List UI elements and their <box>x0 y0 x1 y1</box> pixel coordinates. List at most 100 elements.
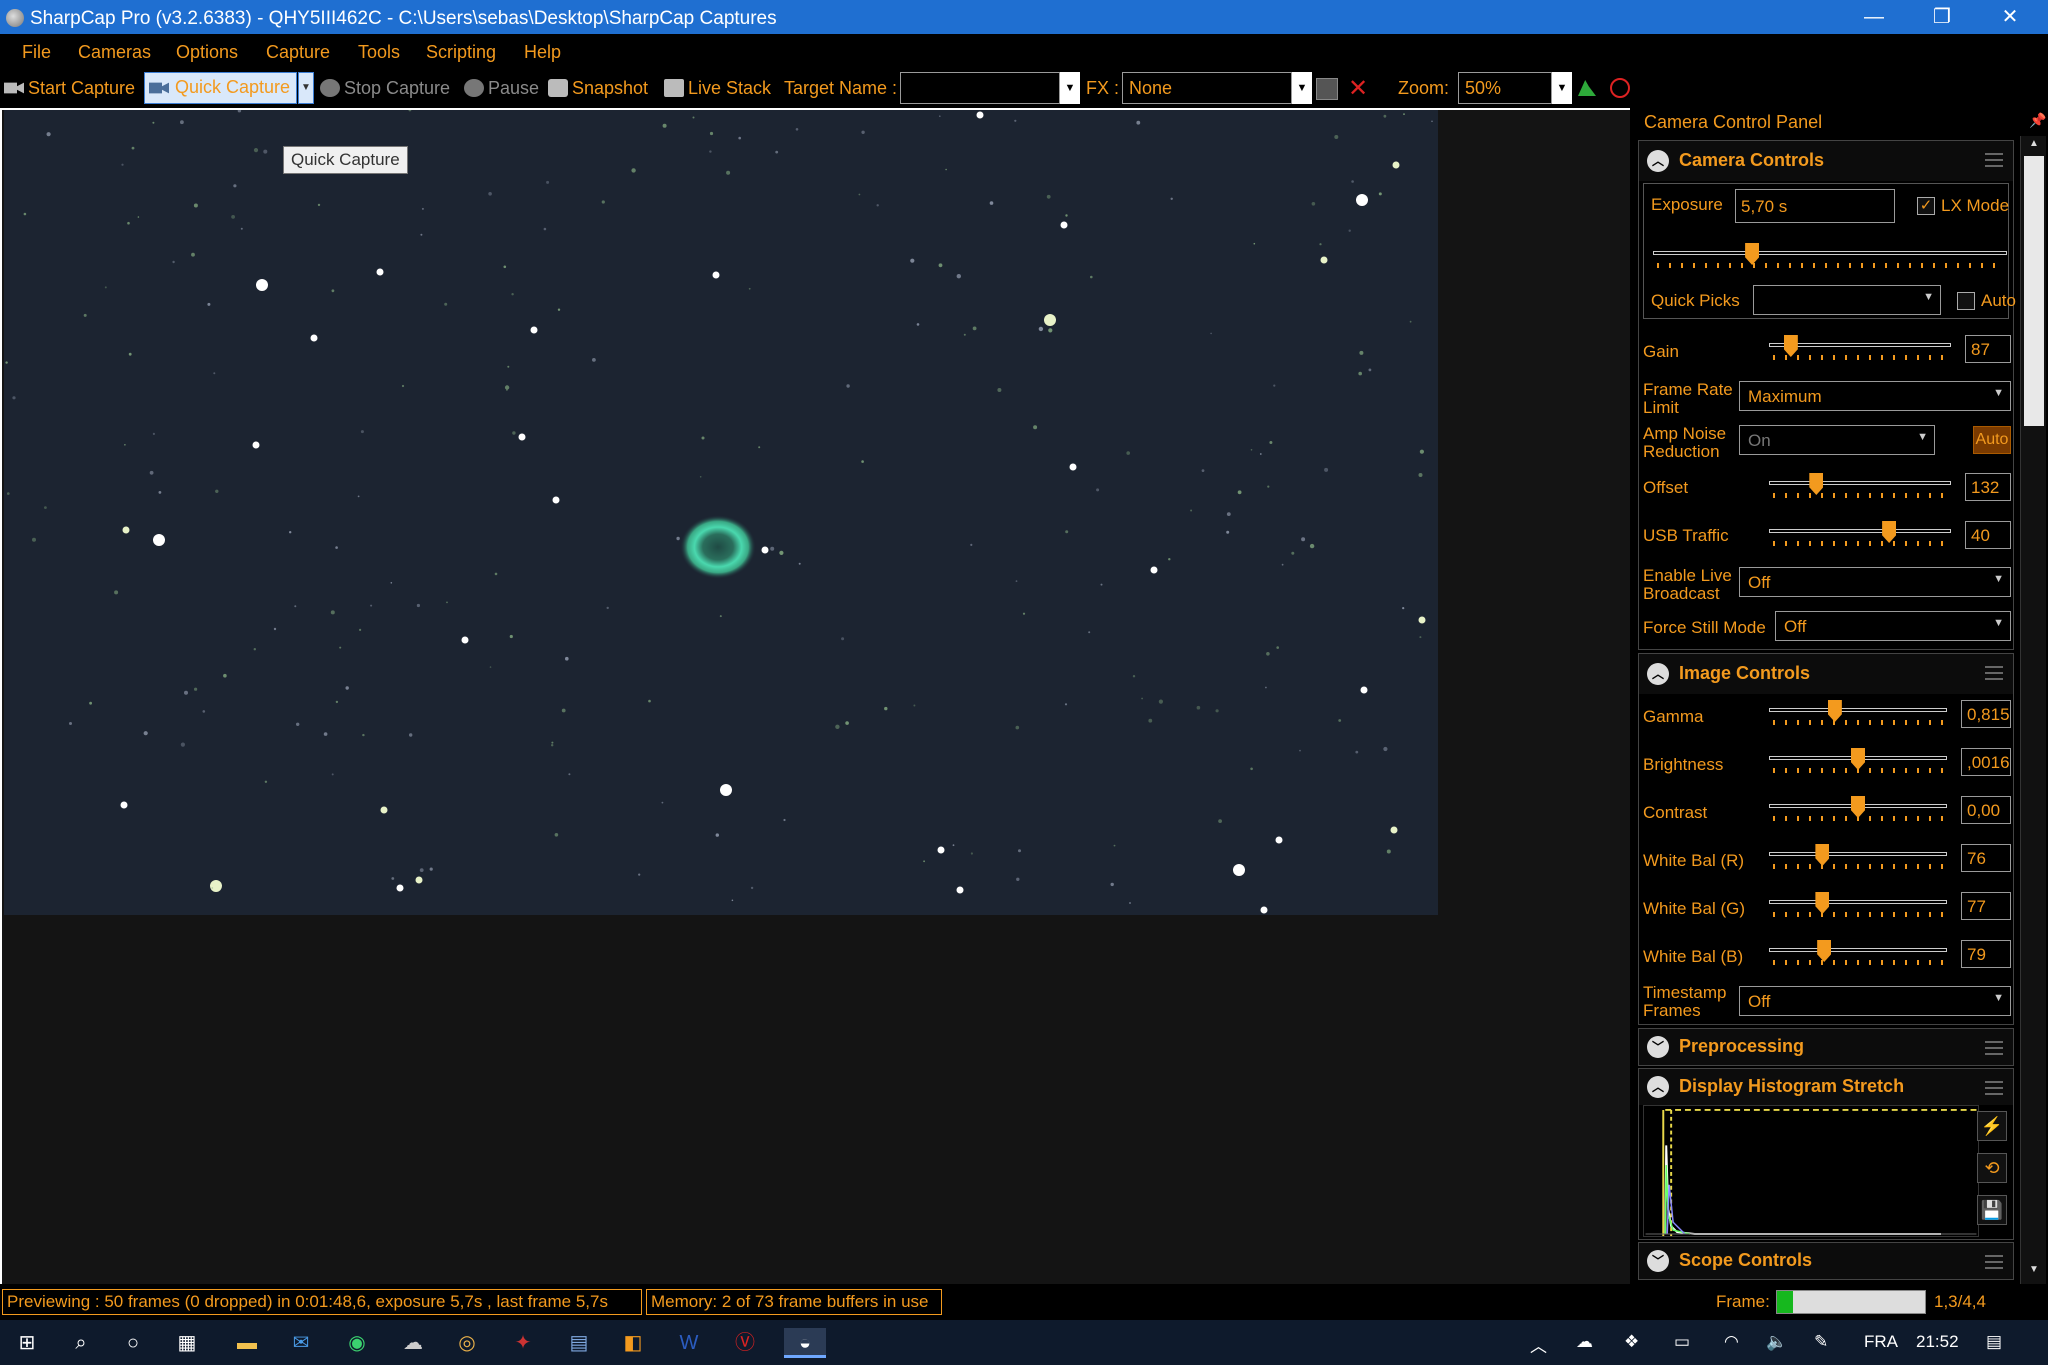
exposure-input[interactable]: 5,70 s <box>1735 189 1895 223</box>
gain-slider[interactable] <box>1769 335 1951 361</box>
collapse-chevron-icon[interactable]: ︿ <box>1647 663 1669 685</box>
usb-traffic-slider[interactable] <box>1769 521 1951 547</box>
section-menu-icon[interactable] <box>1985 1041 2003 1055</box>
section-menu-icon[interactable] <box>1985 153 2003 167</box>
collapse-chevron-icon[interactable]: ︿ <box>1647 1076 1669 1098</box>
quick-capture-dropdown[interactable]: ▼ <box>298 72 314 104</box>
scope-controls-header[interactable]: ﹀ Scope Controls <box>1639 1243 2013 1279</box>
word-icon[interactable]: W <box>674 1328 704 1358</box>
section-menu-icon[interactable] <box>1985 1255 2003 1269</box>
dropbox-icon[interactable]: ❖ <box>1624 1332 1639 1352</box>
image-control-value-input[interactable]: 79 <box>1961 940 2011 968</box>
close-button[interactable]: ✕ <box>1976 0 2044 34</box>
notifications-icon[interactable]: ▤ <box>1986 1332 2002 1352</box>
menu-help[interactable]: Help <box>524 42 561 63</box>
image-control-value-input[interactable]: 0,815 <box>1961 700 2011 728</box>
image-control-slider-thumb[interactable] <box>1851 796 1865 818</box>
scroll-thumb[interactable] <box>2024 156 2044 426</box>
snapshot-button[interactable]: Snapshot <box>548 78 648 99</box>
frame-rate-select[interactable]: Maximum ▼ <box>1739 381 2011 411</box>
minimize-button[interactable]: — <box>1840 0 1908 34</box>
histogram-graph[interactable] <box>1643 1105 1979 1237</box>
collapse-chevron-icon[interactable]: ︿ <box>1647 150 1669 172</box>
sharpcap-taskbar-icon[interactable]: ◒ <box>784 1328 826 1358</box>
image-control-slider[interactable] <box>1769 844 1947 870</box>
live-stack-button[interactable]: Live Stack <box>664 78 771 99</box>
image-control-slider[interactable] <box>1769 748 1947 774</box>
histogram-header[interactable]: ︿ Display Histogram Stretch <box>1639 1069 2013 1105</box>
fx-dropdown-arrow[interactable]: ▼ <box>1292 72 1312 104</box>
panel-scrollbar[interactable]: ▲ ▼ <box>2020 136 2046 1284</box>
menu-file[interactable]: File <box>22 42 51 63</box>
usb-traffic-slider-thumb[interactable] <box>1882 521 1897 543</box>
quick-picks-auto-checkbox[interactable] <box>1957 292 1975 310</box>
quick-capture-button[interactable]: Quick Capture <box>144 72 297 104</box>
preprocessing-header[interactable]: ﹀ Preprocessing <box>1639 1029 2013 1065</box>
exposure-slider-thumb[interactable] <box>1745 243 1760 265</box>
app-icon[interactable]: ✦ <box>508 1328 538 1358</box>
scroll-up-icon[interactable]: ▲ <box>2024 138 2044 156</box>
amp-noise-auto-button[interactable]: Auto <box>1973 426 2011 454</box>
offset-slider-thumb[interactable] <box>1809 473 1824 495</box>
reticle-icon[interactable] <box>1610 78 1630 98</box>
timestamp-select[interactable]: Off ▼ <box>1739 986 2011 1016</box>
gain-input[interactable]: 87 <box>1965 335 2011 363</box>
orange-app-icon[interactable]: ◧ <box>618 1328 648 1358</box>
camera-controls-header[interactable]: ︿ Camera Controls <box>1639 141 2013 181</box>
menu-options[interactable]: Options <box>176 42 238 63</box>
volume-icon[interactable]: 🔈 <box>1766 1332 1787 1352</box>
file-explorer-icon[interactable]: ▬ <box>232 1328 262 1358</box>
pause-button[interactable]: Pause <box>464 78 539 99</box>
expand-chevron-icon[interactable]: ﹀ <box>1647 1036 1669 1058</box>
wifi-icon[interactable]: ◠ <box>1724 1332 1739 1352</box>
image-control-slider-thumb[interactable] <box>1817 940 1832 962</box>
image-control-value-input[interactable]: 0,00 <box>1961 796 2011 824</box>
image-controls-header[interactable]: ︿ Image Controls <box>1639 654 2013 694</box>
zoom-select[interactable]: 50% <box>1458 72 1552 104</box>
menu-scripting[interactable]: Scripting <box>426 42 496 63</box>
vivaldi-icon[interactable]: Ⓥ <box>730 1328 760 1358</box>
mail-icon[interactable]: ✉ <box>286 1328 316 1358</box>
task-view-icon[interactable]: ▦ <box>172 1328 202 1358</box>
exposure-slider[interactable] <box>1653 243 2007 269</box>
offset-slider[interactable] <box>1769 473 1951 499</box>
maximize-button[interactable]: ❐ <box>1908 0 1976 34</box>
search-icon[interactable]: ⌕ <box>66 1328 96 1358</box>
force-still-select[interactable]: Off ▼ <box>1775 611 2011 641</box>
weather-app-icon[interactable]: ☁ <box>398 1328 428 1358</box>
image-control-slider-thumb[interactable] <box>1851 748 1865 770</box>
image-control-slider[interactable] <box>1769 940 1947 966</box>
image-control-value-input[interactable]: 77 <box>1961 892 2011 920</box>
amp-noise-select[interactable]: On ▼ <box>1739 425 1935 455</box>
fx-select[interactable]: None <box>1122 72 1292 104</box>
target-name-input[interactable] <box>900 72 1060 104</box>
whatsapp-icon[interactable]: ◉ <box>342 1328 372 1358</box>
section-menu-icon[interactable] <box>1985 666 2003 680</box>
clock[interactable]: 21:52 <box>1916 1332 1959 1352</box>
scroll-down-icon[interactable]: ▼ <box>2024 1264 2044 1282</box>
gain-slider-thumb[interactable] <box>1783 335 1798 357</box>
menu-capture[interactable]: Capture <box>266 42 330 63</box>
language-indicator[interactable]: FRA <box>1864 1332 1898 1352</box>
reset-stretch-icon[interactable]: ⟲ <box>1977 1153 2007 1183</box>
fx-clear-icon[interactable]: ✕ <box>1348 74 1368 103</box>
image-control-slider-thumb[interactable] <box>1815 892 1830 914</box>
onedrive-icon[interactable]: ☁ <box>1576 1332 1593 1352</box>
expand-chevron-icon[interactable]: ﹀ <box>1647 1250 1669 1272</box>
target-name-dropdown-arrow[interactable]: ▼ <box>1060 72 1080 104</box>
image-control-slider[interactable] <box>1769 700 1947 726</box>
pin-icon[interactable]: 📌 <box>2029 112 2046 129</box>
usb-traffic-input[interactable]: 40 <box>1965 521 2011 549</box>
auto-stretch-lightning-icon[interactable]: ⚡ <box>1977 1111 2007 1141</box>
start-capture-button[interactable]: Start Capture <box>4 78 135 99</box>
chrome-icon[interactable]: ◎ <box>452 1328 482 1358</box>
zoom-dropdown-arrow[interactable]: ▼ <box>1552 72 1572 104</box>
menu-cameras[interactable]: Cameras <box>78 42 151 63</box>
save-stretch-icon[interactable]: 💾 <box>1977 1195 2007 1225</box>
menu-tools[interactable]: Tools <box>358 42 400 63</box>
quick-picks-select[interactable]: ▼ <box>1753 285 1941 315</box>
battery-icon[interactable]: ▭ <box>1674 1332 1690 1352</box>
pen-icon[interactable]: ✎ <box>1814 1332 1828 1352</box>
image-control-value-input[interactable]: 76 <box>1961 844 2011 872</box>
image-control-slider-thumb[interactable] <box>1827 700 1842 722</box>
